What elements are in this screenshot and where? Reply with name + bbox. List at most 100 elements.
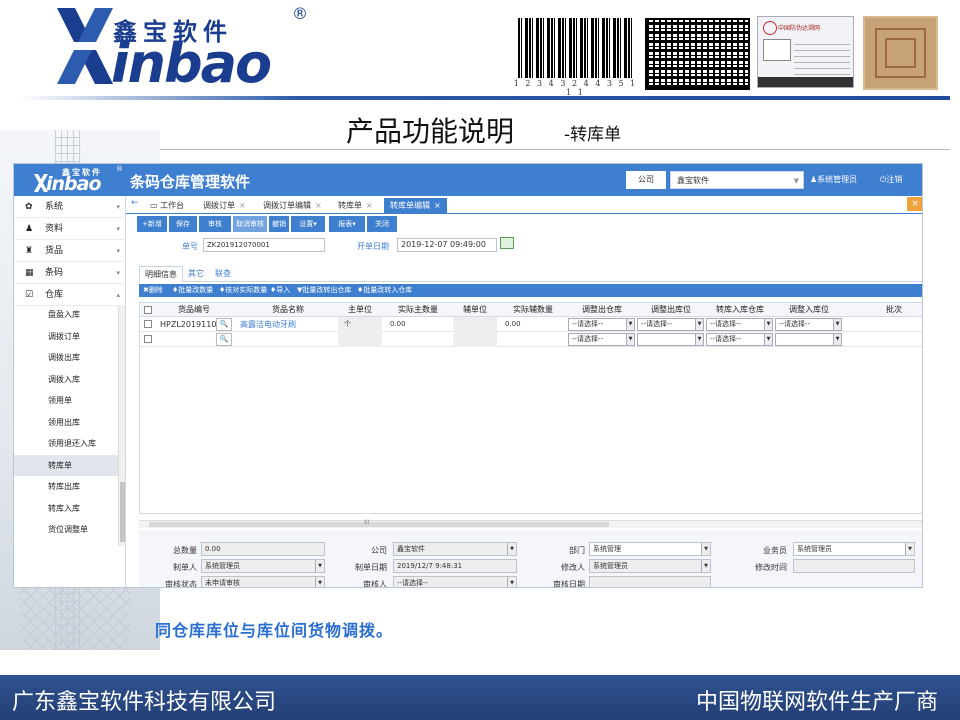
search-icon[interactable]: 🔍 <box>216 333 232 346</box>
open-date-field[interactable]: 2019-12-07 09:49:00 <box>397 238 497 252</box>
field-value: 系统管理员 <box>593 562 628 570</box>
delete-row-button[interactable]: ✖删除 <box>143 284 163 297</box>
logout-button[interactable]: ⏻注销 <box>880 174 902 185</box>
out-loc-select[interactable]: --请选择-- ▼ <box>637 318 704 331</box>
cancel-audit-button[interactable]: 取消审核 <box>233 216 267 232</box>
tab-related[interactable]: 联查 <box>210 266 236 282</box>
in-loc-select[interactable]: --请选择-- ▼ <box>775 318 842 331</box>
table-row[interactable]: HPZL20191107 🔍 高露洁电动牙刷 个 0.00 0.00 --请选择… <box>140 317 922 332</box>
audit-button[interactable]: 审核 <box>199 216 231 232</box>
cell-qty[interactable]: 0.00 <box>390 317 450 332</box>
row-checkbox[interactable] <box>144 335 152 343</box>
cell-code[interactable] <box>160 332 216 347</box>
check-qty-button[interactable]: ♦核对实际数量 <box>219 284 267 297</box>
tab-relocation[interactable]: 转库单 × <box>338 198 373 214</box>
tab-workbench[interactable]: ▭ 工作台 <box>150 198 184 214</box>
settings-button[interactable]: 设置▾ <box>291 216 325 232</box>
chevron-down-icon: ▼ <box>793 177 799 185</box>
out-wh-select[interactable]: --请选择-- ▼ <box>568 318 635 331</box>
back-arrow-icon[interactable]: ← <box>131 198 139 208</box>
sidebar-item[interactable]: 调拨订单 <box>14 326 118 347</box>
close-icon[interactable]: × <box>315 201 322 210</box>
chevron-down-icon: ▾ <box>116 269 120 277</box>
tab-detail-info[interactable]: 明细信息 <box>139 266 183 282</box>
add-button[interactable]: +新增 <box>137 216 167 232</box>
search-icon[interactable]: 🔍 <box>216 318 232 331</box>
chevron-down-icon: ▼ <box>701 543 710 555</box>
undo-button[interactable]: 撤销 <box>269 216 289 232</box>
sidebar-item[interactable]: 转库入库 <box>14 498 118 519</box>
sidebar-group-data[interactable]: ♟ 资料 ▾ <box>14 218 126 240</box>
out-wh-select[interactable]: --请选择-- ▼ <box>568 333 635 346</box>
company-label: 公司 <box>626 171 666 189</box>
doc-no-field[interactable]: ZK201912070001 <box>203 238 325 252</box>
out-loc-select[interactable]: ▼ <box>637 333 704 346</box>
scrollbar-thumb[interactable] <box>149 522 609 527</box>
sidebar-scrollbar[interactable] <box>118 306 125 546</box>
sidebar-group-goods[interactable]: ♜ 货品 ▾ <box>14 240 126 262</box>
cell-name[interactable]: 高露洁电动牙刷 <box>240 317 336 332</box>
cell-sub-qty[interactable]: 0.00 <box>505 317 565 332</box>
close-icon[interactable]: × <box>239 201 246 210</box>
tab-transfer-order-edit[interactable]: 调拨订单编辑 × <box>263 198 322 214</box>
rfid-tag-image <box>863 16 938 90</box>
calendar-icon[interactable] <box>500 237 514 249</box>
sidebar-group-label: 仓库 <box>45 290 64 300</box>
sidebar-item[interactable]: 货位调整单 <box>14 519 118 540</box>
company-field[interactable]: 鑫宝软件 ▼ <box>393 542 517 556</box>
salesman-field[interactable]: 系统管理员 ▼ <box>793 542 915 556</box>
sidebar-item[interactable]: 转库出库 <box>14 476 118 497</box>
row-checkbox[interactable] <box>144 320 152 328</box>
sidebar-item[interactable]: 领用退还入库 <box>14 433 118 454</box>
sidebar-item-active[interactable]: 转库单 <box>14 455 118 476</box>
cell-code[interactable]: HPZL20191107 <box>160 317 216 332</box>
save-button[interactable]: 保存 <box>169 216 197 232</box>
qr-code-image <box>645 18 750 90</box>
sidebar-item[interactable]: 领用出库 <box>14 412 118 433</box>
tab-relocation-edit[interactable]: 转库单编辑 × <box>384 198 447 214</box>
grid-horizontal-scrollbar[interactable]: III <box>139 519 922 528</box>
sidebar-group-system[interactable]: ✿ 系统 ▾ <box>14 196 126 218</box>
in-wh-select[interactable]: --请选择-- ▼ <box>706 318 773 331</box>
table-row[interactable]: 🔍 --请选择-- ▼ ▼ --请选择-- ▼ ▼ <box>140 332 922 347</box>
import-button[interactable]: ♦导入 <box>270 284 290 297</box>
col-code: 货品编号 <box>178 305 210 314</box>
close-icon[interactable]: × <box>434 201 441 210</box>
chevron-down-icon: ▼ <box>764 319 772 330</box>
auditor-field[interactable]: --请选择-- ▼ <box>393 576 517 587</box>
batch-out-wh-button[interactable]: ▼批量改转出仓库 <box>297 284 351 297</box>
company-select-value: 鑫宝软件 <box>677 176 709 185</box>
close-button[interactable]: 关闭 <box>367 216 397 232</box>
total-qty-field: 0.00 <box>201 542 325 556</box>
tab-transfer-order[interactable]: 调拨订单 × <box>203 198 246 214</box>
make-date-label: 制单日期 <box>355 563 387 572</box>
close-all-tabs-button[interactable]: × <box>907 197 922 211</box>
in-loc-select[interactable]: ▼ <box>775 333 842 346</box>
sidebar: ✿ 系统 ▾ ♟ 资料 ▾ ♜ 货品 ▾ ▦ 条码 ▾ ☑ 仓库 ▴ 盘盈入库 调拨订单 调拨出库 … <box>14 196 126 587</box>
select-value: --请选择-- <box>572 335 604 343</box>
scrollbar-thumb[interactable] <box>120 482 125 542</box>
sidebar-item[interactable]: 领用单 <box>14 390 118 411</box>
user-menu[interactable]: ♟系统管理员 <box>810 174 857 185</box>
sidebar-item[interactable]: 调拨入库 <box>14 369 118 390</box>
sidebar-item[interactable]: 盘盈入库 <box>14 304 118 325</box>
tab-label: 转库单编辑 <box>390 201 430 210</box>
in-wh-select[interactable]: --请选择-- ▼ <box>706 333 773 346</box>
sidebar-item[interactable]: 调拨出库 <box>14 347 118 368</box>
tagline: 同仓库库位与库位间货物调拨。 <box>155 621 394 640</box>
maker-label: 制单人 <box>173 563 197 572</box>
batch-in-wh-button[interactable]: ♦批量改转入仓库 <box>357 284 412 297</box>
logo-x-mark <box>55 8 115 84</box>
col-in-loc: 调整入库位 <box>789 305 829 314</box>
auditor-label: 审核人 <box>363 580 387 588</box>
dept-field[interactable]: 系统管理 ▼ <box>589 542 711 556</box>
select-all-checkbox[interactable] <box>144 306 152 314</box>
tab-other[interactable]: 其它 <box>183 266 209 282</box>
sidebar-group-barcode[interactable]: ▦ 条码 ▾ <box>14 262 126 284</box>
report-button[interactable]: 报表▾ <box>329 216 365 232</box>
sidebar-group-warehouse[interactable]: ☑ 仓库 ▴ <box>14 284 126 306</box>
header-divider <box>20 96 950 100</box>
close-icon[interactable]: × <box>366 201 373 210</box>
company-select[interactable]: 鑫宝软件 ▼ <box>670 171 804 189</box>
batch-qty-button[interactable]: ♦批量改数量 <box>172 284 213 297</box>
